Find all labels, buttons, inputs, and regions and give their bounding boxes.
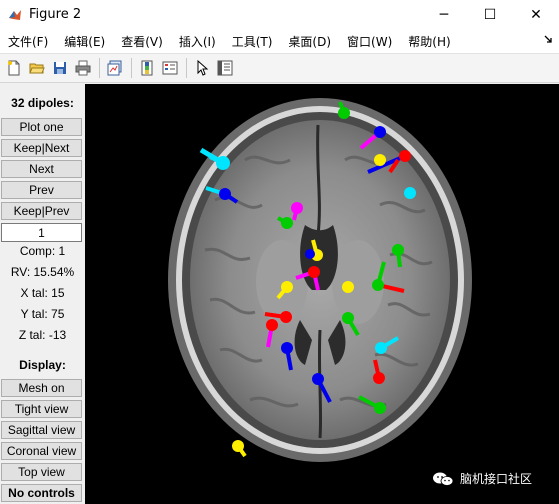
dipole-marker xyxy=(291,202,303,214)
keep-next-button[interactable]: Keep|Next xyxy=(1,139,82,157)
save-button[interactable] xyxy=(49,57,71,79)
colorbar-icon xyxy=(141,60,153,76)
display-label: Display: xyxy=(19,358,66,372)
property-panel-icon xyxy=(217,60,233,76)
dock-arrow-icon[interactable] xyxy=(543,34,553,44)
comp-label: Comp: 1 xyxy=(19,244,66,258)
dipole-marker xyxy=(216,156,230,170)
menu-file[interactable]: 文件(F) xyxy=(0,33,56,50)
open-file-button[interactable] xyxy=(26,57,48,79)
maximize-button[interactable]: ☐ xyxy=(467,0,513,29)
dipole-marker xyxy=(392,244,404,256)
window-title: Figure 2 xyxy=(29,7,82,22)
minimize-button[interactable]: ─ xyxy=(421,0,467,29)
dipole-marker xyxy=(399,150,411,162)
dipole-marker xyxy=(281,342,293,354)
top-view-button[interactable]: Top view xyxy=(1,463,82,481)
dipole-marker xyxy=(374,154,386,166)
dipole-marker xyxy=(281,281,293,293)
close-button[interactable]: ✕ xyxy=(513,0,559,29)
menu-window[interactable]: 窗口(W) xyxy=(339,33,400,50)
keep-prev-button[interactable]: Keep|Prev xyxy=(1,202,82,220)
plot-one-button[interactable]: Plot one xyxy=(1,118,82,136)
coronal-view-button[interactable]: Coronal view xyxy=(1,442,82,460)
folder-open-icon xyxy=(29,63,45,74)
tight-view-button[interactable]: Tight view xyxy=(1,400,82,418)
property-editor-button[interactable] xyxy=(214,57,236,79)
toolbar xyxy=(0,53,559,83)
z-tal-label: Z tal: -13 xyxy=(18,328,67,342)
colorbar-button[interactable] xyxy=(136,57,158,79)
title-bar: Figure 2 ─ ☐ ✕ xyxy=(0,0,559,29)
rv-label: RV: 15.54% xyxy=(10,265,75,279)
sagittal-view-button[interactable]: Sagittal view xyxy=(1,421,82,439)
dipole-marker xyxy=(374,402,386,414)
toolbar-separator xyxy=(99,58,100,78)
menu-tools[interactable]: 工具(T) xyxy=(224,33,281,50)
printer-icon xyxy=(75,60,91,76)
edit-plot-button[interactable] xyxy=(191,57,213,79)
menu-insert[interactable]: 插入(I) xyxy=(171,33,224,50)
watermark-text: 脑机接口社区 xyxy=(460,472,533,486)
legend-button[interactable] xyxy=(159,57,181,79)
dipole-marker xyxy=(372,279,384,291)
menu-view[interactable]: 查看(V) xyxy=(113,33,171,50)
print-button[interactable] xyxy=(72,57,94,79)
plot-browser-icon xyxy=(107,60,122,76)
link-plot-button[interactable] xyxy=(104,57,126,79)
dipole-marker xyxy=(281,217,293,229)
wechat-icon xyxy=(433,472,454,486)
y-tal-label: Y tal: 75 xyxy=(20,307,65,321)
dipole-marker xyxy=(342,312,354,324)
dipole-marker xyxy=(338,107,350,119)
dipole-marker xyxy=(342,281,354,293)
dipole-overlay xyxy=(199,101,416,458)
dipole-marker xyxy=(219,188,231,200)
dipole-marker xyxy=(280,311,292,323)
menu-help[interactable]: 帮助(H) xyxy=(400,33,458,50)
legend-icon xyxy=(162,61,178,75)
dipole-marker xyxy=(375,342,387,354)
dipole-marker xyxy=(373,372,385,384)
watermark: 脑机接口社区 xyxy=(432,470,532,487)
menu-bar: 文件(F) 编辑(E) 查看(V) 插入(I) 工具(T) 桌面(D) 窗口(W… xyxy=(0,29,559,53)
dipole-marker xyxy=(312,373,324,385)
menu-desktop[interactable]: 桌面(D) xyxy=(280,33,339,50)
save-disk-icon xyxy=(54,62,66,74)
dipole-marker xyxy=(232,440,244,452)
no-controls-button[interactable]: No controls xyxy=(1,484,82,502)
next-button[interactable]: Next xyxy=(1,160,82,178)
new-figure-button[interactable] xyxy=(3,57,25,79)
dipole-count-label: 32 dipoles: xyxy=(11,96,74,110)
brain-figure-axes[interactable] xyxy=(85,84,559,504)
mesh-on-button[interactable]: Mesh on xyxy=(1,379,82,397)
dipole-marker xyxy=(404,187,416,199)
dipole-marker xyxy=(374,126,386,138)
menu-edit[interactable]: 编辑(E) xyxy=(56,33,113,50)
dipole-marker xyxy=(308,266,320,278)
x-tal-label: X tal: 15 xyxy=(20,286,65,300)
matlab-logo-icon xyxy=(9,9,21,20)
dipole-control-panel: 32 dipoles: Plot one Keep|Next Next Prev… xyxy=(0,84,85,504)
pointer-arrow-icon xyxy=(197,60,209,76)
dipole-marker xyxy=(305,249,315,259)
prev-button[interactable]: Prev xyxy=(1,181,82,199)
dipole-marker xyxy=(266,319,278,331)
new-file-icon xyxy=(8,60,20,76)
dipole-stick xyxy=(367,154,406,174)
toolbar-separator xyxy=(186,58,187,78)
dipole-index-input[interactable]: 1 xyxy=(1,223,82,242)
toolbar-separator xyxy=(131,58,132,78)
